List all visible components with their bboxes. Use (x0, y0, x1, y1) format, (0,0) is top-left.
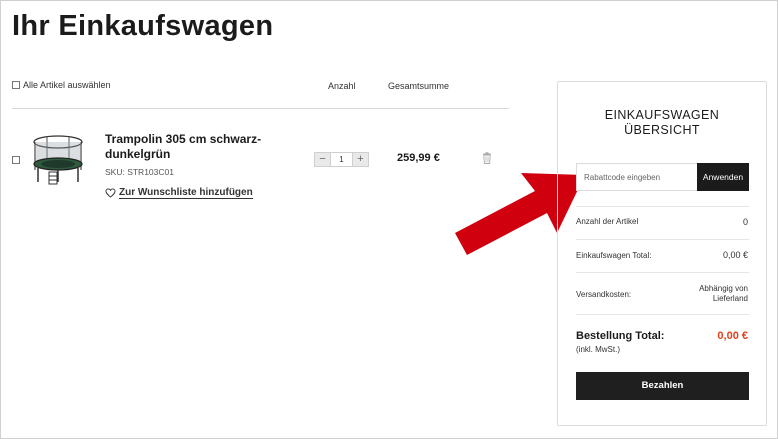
cart-summary-panel: EINKAUFSWAGEN ÜBERSICHT Anwenden Anzahl … (557, 81, 767, 426)
shipping-value: Abhängig von Lieferland (699, 284, 748, 304)
wishlist-label: Zur Wunschliste hinzufügen (119, 187, 253, 199)
order-total-tax-note: (inkl. MwSt.) (576, 345, 620, 354)
increase-quantity-button[interactable]: + (353, 153, 368, 166)
summary-divider (576, 314, 749, 315)
summary-title: EINKAUFSWAGEN ÜBERSICHT (558, 108, 766, 138)
cart-total-value: 0,00 € (722, 250, 748, 260)
quantity-value[interactable]: 1 (330, 153, 353, 166)
trampoline-image[interactable] (29, 132, 87, 186)
item-checkbox[interactable] (12, 156, 20, 164)
pay-button[interactable]: Bezahlen (576, 372, 749, 400)
column-total-header: Gesamtsumme (388, 81, 450, 91)
summary-divider (576, 272, 749, 273)
apply-coupon-button[interactable]: Anwenden (697, 163, 749, 191)
items-count-value: 0 (742, 217, 748, 227)
header-divider (12, 108, 509, 109)
summary-title-line1: EINKAUFSWAGEN (604, 108, 720, 122)
summary-divider (576, 239, 749, 240)
heart-icon (105, 188, 116, 198)
product-sku: SKU: STR103C01 (105, 167, 174, 177)
cart-table-header: Alle Artikel auswählen Anzahl Gesamtsumm… (12, 80, 509, 94)
select-all-label: Alle Artikel auswählen (23, 80, 111, 90)
shipping-value-line2: Lieferland (712, 294, 748, 303)
order-total-label: Bestellung Total: (576, 330, 665, 342)
summary-divider (576, 206, 749, 207)
select-all-toggle[interactable]: Alle Artikel auswählen (12, 80, 111, 90)
order-total-value: 0,00 € (717, 330, 748, 342)
column-quantity-header: Anzahl (328, 81, 356, 91)
decrease-quantity-button[interactable]: − (315, 153, 330, 166)
coupon-code-input[interactable] (576, 163, 697, 191)
add-to-wishlist-link[interactable]: Zur Wunschliste hinzufügen (105, 187, 253, 199)
select-all-checkbox[interactable] (12, 81, 20, 89)
shipping-label: Versandkosten: (576, 290, 632, 299)
page-title: Ihr Einkaufswagen (12, 10, 274, 42)
quantity-stepper[interactable]: − 1 + (314, 152, 369, 167)
shipping-value-line1: Abhängig von (699, 284, 748, 293)
item-total-price: 259,99 € (397, 152, 440, 164)
summary-title-line2: ÜBERSICHT (624, 123, 700, 137)
product-name[interactable]: Trampolin 305 cm schwarz-dunkelgrün (105, 132, 275, 162)
items-count-label: Anzahl der Artikel (576, 217, 639, 226)
cart-total-label: Einkaufswagen Total: (576, 251, 652, 260)
